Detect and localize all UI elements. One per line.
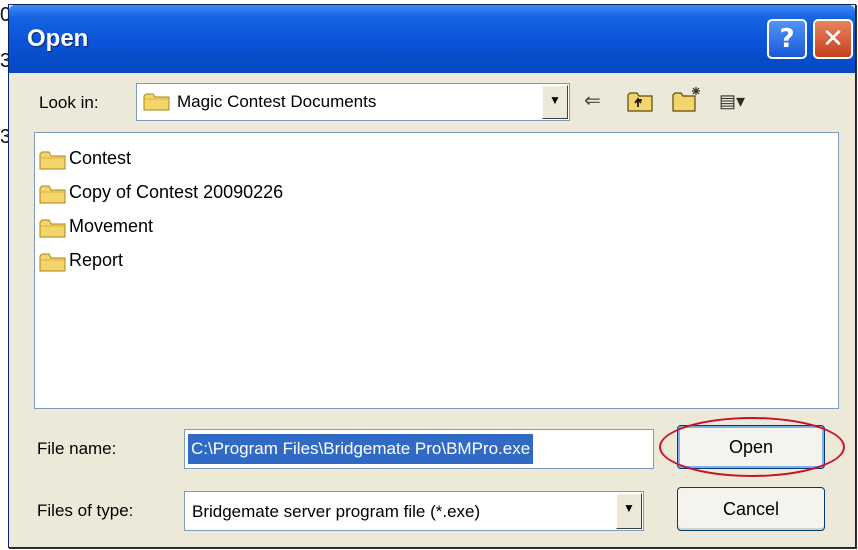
close-button[interactable]: ✕ [813,19,853,59]
file-type-dropdown[interactable]: Bridgemate server program file (*.exe) ▼ [184,491,644,531]
look-in-dropdown-arrow[interactable]: ▼ [542,85,568,119]
dialog-title: Open [27,25,89,52]
up-one-level-icon[interactable] [626,89,654,113]
look-in-dropdown[interactable]: Magic Contest Documents ▼ [136,83,570,121]
help-button[interactable]: ? [767,19,807,59]
file-name-label: File name: [37,439,117,458]
cancel-button[interactable]: Cancel [677,487,825,531]
new-folder-icon[interactable] [671,85,703,113]
file-name-field[interactable]: C:\Program Files\Bridgemate Pro\BMPro.ex… [184,429,654,469]
file-type-label: Files of type: [37,501,134,520]
view-menu-icon[interactable]: ▤▾ [719,89,745,113]
open-dialog: Open ? ✕ Look in: Magic Contest Document… [8,4,856,548]
annotation-circle [659,417,845,477]
title-bar[interactable]: Open ? ✕ [9,5,855,73]
file-name-text: Movement [69,216,154,236]
file-type-dropdown-arrow[interactable]: ▼ [616,493,642,529]
back-arrow-icon[interactable]: ⇐ [584,89,601,113]
folder-icon [39,253,66,272]
look-in-label: Look in: [39,93,99,112]
file-list[interactable]: Contest Copy of Contest 20090226 Movemen… [34,132,839,409]
chevron-down-icon: ▼ [623,501,635,515]
file-name-text: Report [69,250,124,270]
look-in-value: Magic Contest Documents [177,92,377,111]
chevron-down-icon: ▼ [549,93,561,107]
folder-icon [39,219,66,238]
file-name-text: Contest [69,148,132,168]
folder-icon [143,93,170,111]
file-type-value: Bridgemate server program file (*.exe) [192,502,481,521]
file-name-text: Copy of Contest 20090226 [69,182,284,202]
folder-icon [39,151,66,170]
folder-icon [39,185,66,204]
help-icon: ? [779,24,795,54]
file-name-value: C:\Program Files\Bridgemate Pro\BMPro.ex… [188,434,534,464]
close-icon: ✕ [822,24,844,54]
